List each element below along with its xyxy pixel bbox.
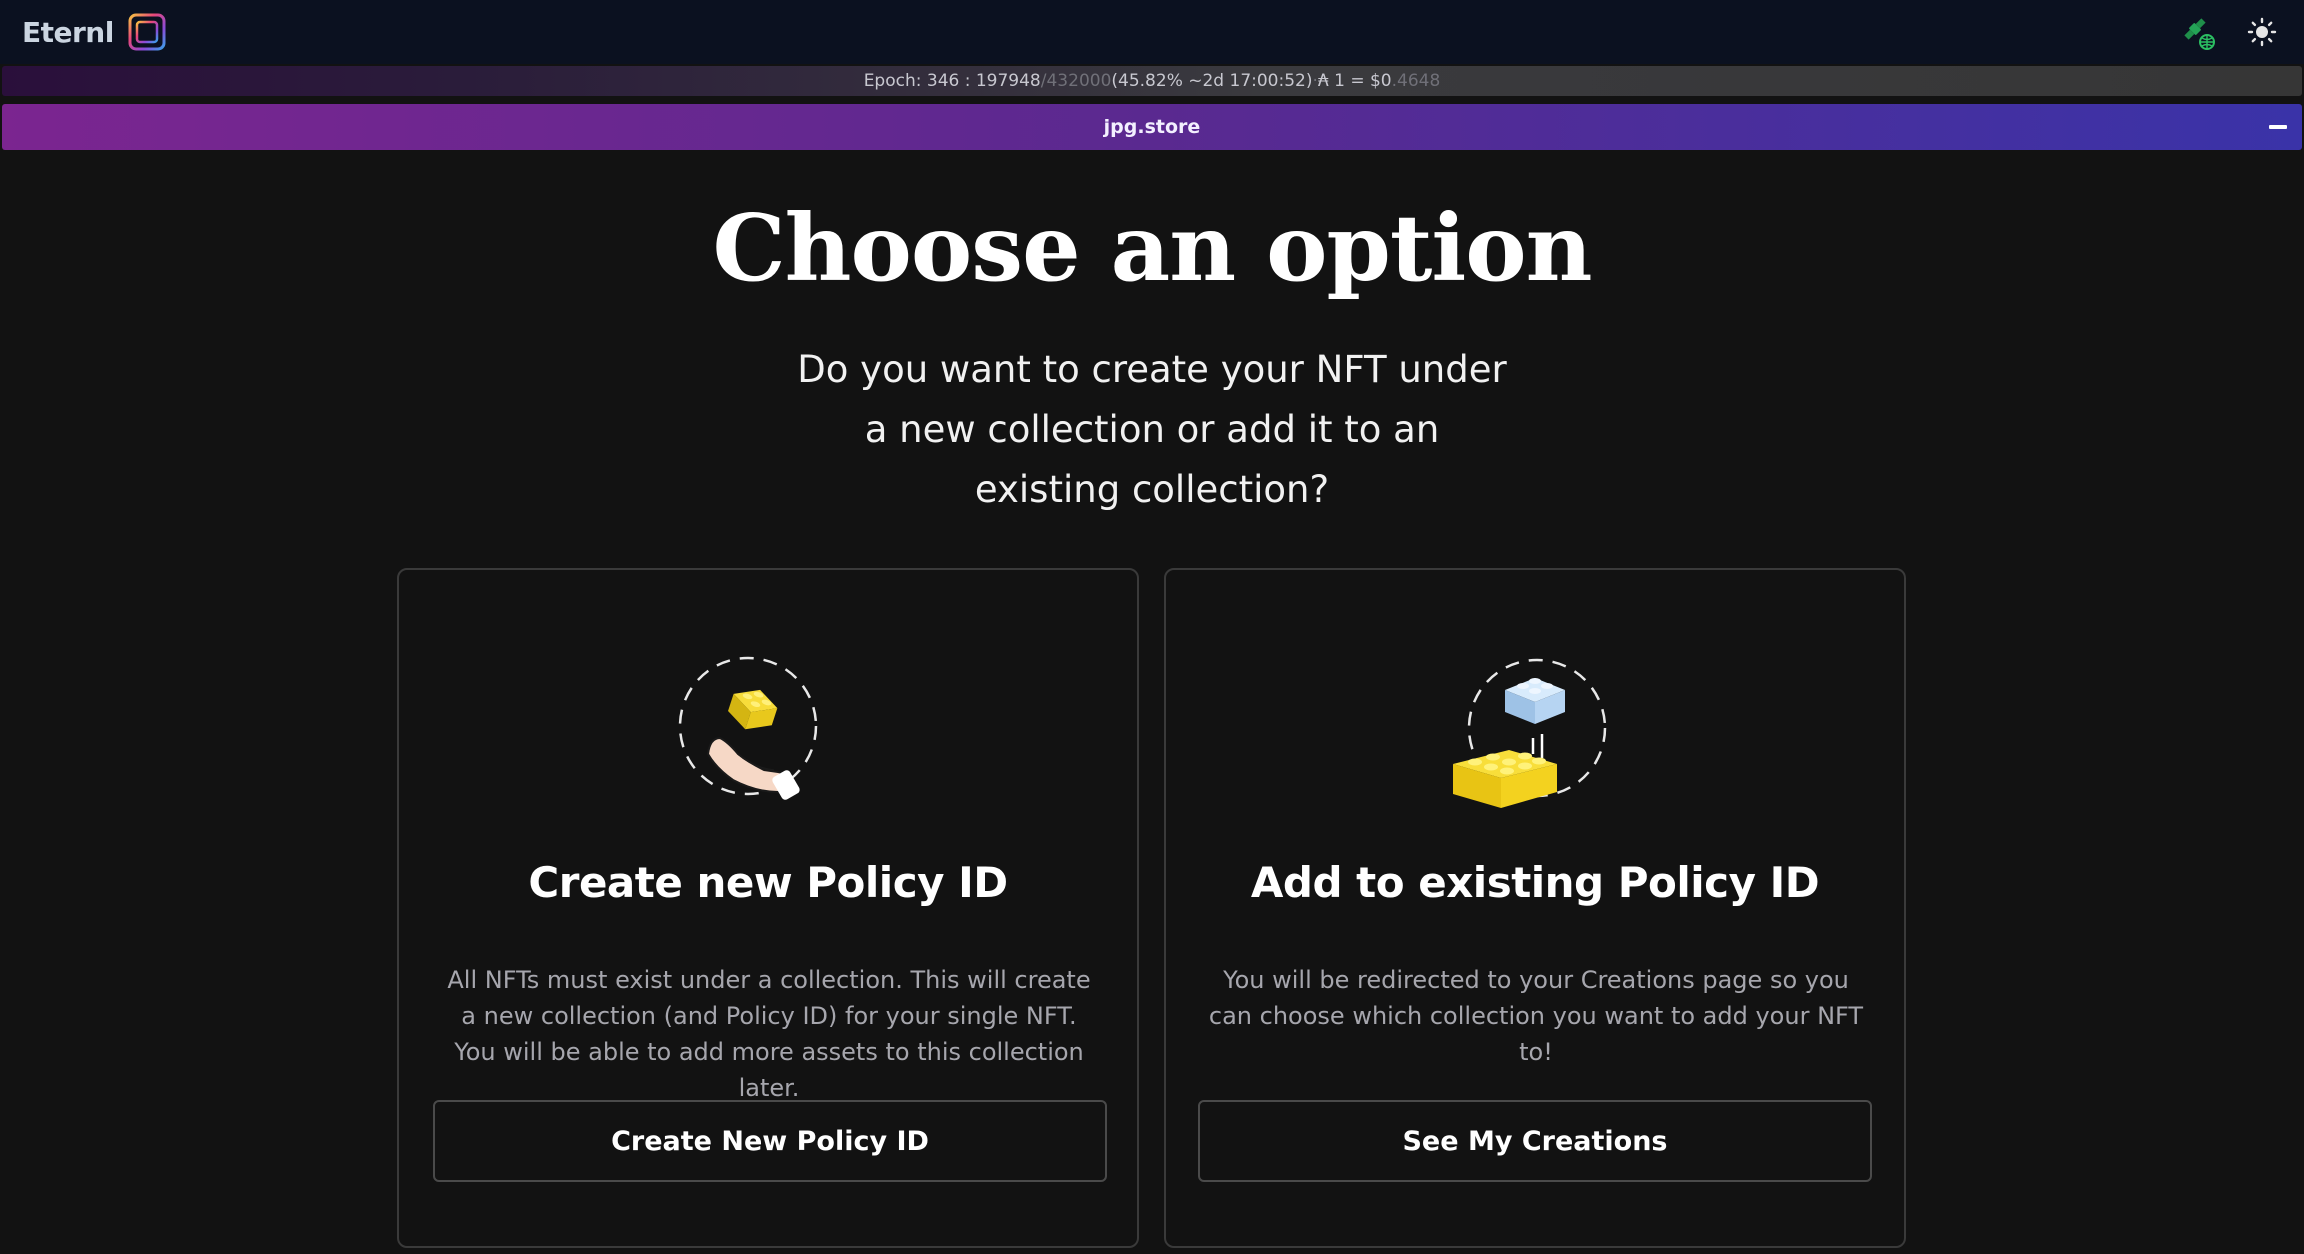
page-subtitle: Do you want to create your NFT under a n… (797, 348, 1507, 511)
app-header: Eternl (0, 0, 2304, 64)
epoch-total: /432000 (1040, 71, 1112, 91)
ada-price-decimals: .4648 (1391, 71, 1441, 91)
brand[interactable]: Eternl (22, 13, 166, 51)
card-title: Create new Policy ID (528, 858, 1008, 907)
stacking-bricks-icon (1166, 642, 1904, 822)
satellite-globe-icon[interactable] (2178, 12, 2218, 52)
hand-holding-brick-icon (399, 642, 1137, 822)
app-name: Eternl (22, 15, 114, 49)
epoch-progress: (45.82% ~2d 17:00:52) (1111, 71, 1313, 91)
dapp-title-bar: jpg.store (2, 104, 2302, 150)
card-title: Add to existing Policy ID (1250, 858, 1820, 907)
header-actions (2178, 12, 2282, 52)
create-policy-card: Create new Policy ID All NFTs must exist… (397, 568, 1139, 1248)
card-description: You will be redirected to your Creations… (1208, 966, 1864, 1066)
minus-icon[interactable] (2266, 115, 2290, 139)
page-title: Choose an option (712, 194, 1592, 302)
epoch-status-bar: Epoch: 346 : 197948 /432000 (45.82% ~2d … (2, 66, 2302, 96)
existing-policy-card: Add to existing Policy ID You will be re… (1164, 568, 1906, 1248)
see-my-creations-button[interactable]: See My Creations (1198, 1100, 1872, 1182)
sun-icon[interactable] (2242, 12, 2282, 52)
create-new-policy-button[interactable]: Create New Policy ID (433, 1100, 1107, 1182)
eternl-logo-icon (128, 13, 166, 51)
epoch-label: Epoch: 346 : 197948 (863, 71, 1041, 91)
card-description: All NFTs must exist under a collection. … (447, 966, 1091, 1102)
ada-price-prefix: ₳ 1 = $0 (1317, 71, 1392, 91)
dapp-title: jpg.store (1103, 116, 1201, 138)
